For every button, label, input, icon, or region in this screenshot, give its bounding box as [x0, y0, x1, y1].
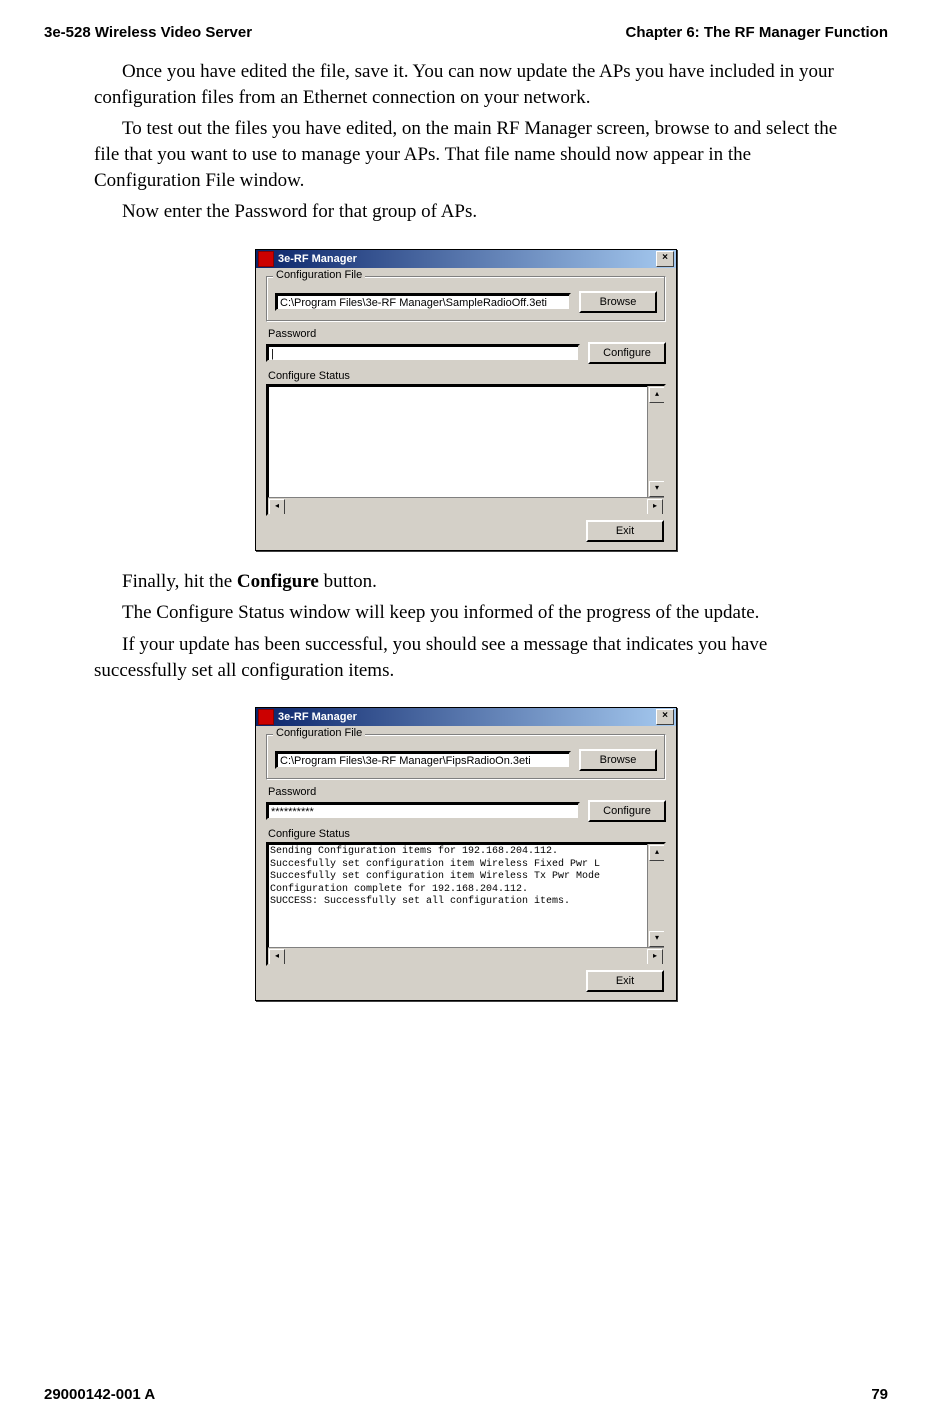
status-line: Succesfully set configuration item Wirel… [270, 859, 662, 872]
password-input[interactable]: | [266, 344, 580, 362]
window-title: 3e-RF Manager [278, 253, 656, 265]
body-text: Once you have edited the file, save it. … [94, 59, 838, 231]
app-icon [258, 709, 274, 725]
page-footer: 29000142-001 A 79 [44, 1386, 888, 1403]
scroll-down-icon[interactable]: ▾ [649, 481, 665, 497]
status-line: Succesfully set configuration item Wirel… [270, 871, 662, 884]
status-line: SUCCESS: Successfully set all configurat… [270, 896, 662, 909]
scroll-right-icon[interactable]: ▸ [647, 499, 663, 515]
groupbox-legend: Configuration File [273, 269, 365, 281]
p4-text-c: button. [319, 571, 377, 592]
p4-bold: Configure [237, 571, 319, 592]
browse-button[interactable]: Browse [579, 291, 657, 313]
status-content: Sending Configuration items for 192.168.… [268, 844, 664, 911]
scroll-up-icon[interactable]: ▴ [649, 845, 665, 861]
titlebar: 3e-RF Manager × [256, 250, 676, 268]
groupbox-legend: Configuration File [273, 727, 365, 739]
horizontal-scrollbar[interactable]: ◂ ▸ [268, 497, 664, 514]
configure-status-label: Configure Status [268, 828, 666, 840]
dialog-body: Configuration File C:\Program Files\3e-R… [256, 268, 676, 550]
scroll-left-icon[interactable]: ◂ [269, 949, 285, 965]
exit-button[interactable]: Exit [586, 520, 664, 542]
page: 3e-528 Wireless Video Server Chapter 6: … [0, 0, 932, 1425]
close-icon[interactable]: × [656, 251, 674, 267]
paragraph-3: Now enter the Password for that group of… [94, 199, 838, 225]
body-text-2: Finally, hit the Configure button. The C… [94, 569, 838, 690]
configure-status-label: Configure Status [268, 370, 666, 382]
dialog-body: Configuration File C:\Program Files\3e-R… [256, 726, 676, 1000]
page-header: 3e-528 Wireless Video Server Chapter 6: … [44, 24, 888, 41]
configure-button[interactable]: Configure [588, 342, 666, 364]
close-icon[interactable]: × [656, 709, 674, 725]
vertical-scrollbar[interactable]: ▴ ▾ [647, 844, 664, 948]
vertical-scrollbar[interactable]: ▴ ▾ [647, 386, 664, 498]
scroll-up-icon[interactable]: ▴ [649, 387, 665, 403]
footer-right: 79 [871, 1386, 888, 1403]
browse-button[interactable]: Browse [579, 749, 657, 771]
paragraph-5: The Configure Status window will keep yo… [94, 600, 838, 626]
rf-manager-dialog-1: 3e-RF Manager × Configuration File C:\Pr… [255, 249, 677, 551]
configure-status-box: Sending Configuration items for 192.168.… [266, 842, 666, 966]
configure-status-box: ▴ ▾ ◂ ▸ [266, 384, 666, 516]
status-line: Sending Configuration items for 192.168.… [270, 846, 662, 859]
configuration-file-input[interactable]: C:\Program Files\3e-RF Manager\FipsRadio… [275, 751, 571, 769]
paragraph-1: Once you have edited the file, save it. … [94, 59, 838, 110]
rf-manager-dialog-2: 3e-RF Manager × Configuration File C:\Pr… [255, 707, 677, 1001]
password-input[interactable]: ********** [266, 802, 580, 820]
app-icon [258, 251, 274, 267]
status-line: Configuration complete for 192.168.204.1… [270, 884, 662, 897]
paragraph-2: To test out the files you have edited, o… [94, 116, 838, 193]
configuration-file-group: Configuration File C:\Program Files\3e-R… [266, 276, 666, 322]
configuration-file-group: Configuration File C:\Program Files\3e-R… [266, 734, 666, 780]
footer-left: 29000142-001 A [44, 1386, 155, 1403]
header-right: Chapter 6: The RF Manager Function [625, 24, 888, 41]
configuration-file-input[interactable]: C:\Program Files\3e-RF Manager\SampleRad… [275, 293, 571, 311]
password-label: Password [268, 328, 666, 340]
paragraph-4: Finally, hit the Configure button. [94, 569, 838, 595]
paragraph-6: If your update has been successful, you … [94, 632, 838, 683]
screenshot-2-wrap: 3e-RF Manager × Configuration File C:\Pr… [44, 707, 888, 1001]
scroll-left-icon[interactable]: ◂ [269, 499, 285, 515]
configure-button[interactable]: Configure [588, 800, 666, 822]
p4-text-a: Finally, hit the [122, 571, 237, 592]
scroll-down-icon[interactable]: ▾ [649, 931, 665, 947]
exit-button[interactable]: Exit [586, 970, 664, 992]
screenshot-1-wrap: 3e-RF Manager × Configuration File C:\Pr… [44, 249, 888, 551]
window-title: 3e-RF Manager [278, 711, 656, 723]
password-label: Password [268, 786, 666, 798]
scroll-right-icon[interactable]: ▸ [647, 949, 663, 965]
titlebar: 3e-RF Manager × [256, 708, 676, 726]
horizontal-scrollbar[interactable]: ◂ ▸ [268, 947, 664, 964]
header-left: 3e-528 Wireless Video Server [44, 24, 252, 41]
